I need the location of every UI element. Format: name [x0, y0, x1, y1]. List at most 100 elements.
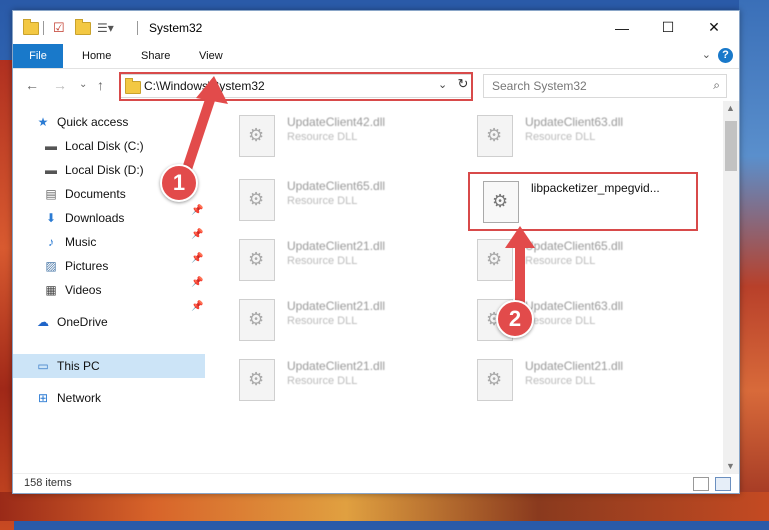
minimize-button[interactable]: —: [599, 11, 645, 44]
file-name: UpdateClient21.dll: [287, 299, 386, 313]
file-item[interactable]: UpdateClient21.dll Resource DLL: [229, 233, 439, 285]
sidebar-item-quick-access[interactable]: ★ Quick access: [35, 110, 129, 134]
search-input[interactable]: Search System32: [492, 79, 587, 93]
forward-arrow-icon[interactable]: →: [53, 77, 67, 93]
large-icons-view-icon[interactable]: [715, 477, 731, 491]
pin-icon[interactable]: 📌: [191, 229, 203, 240]
music-icon: ♪: [48, 235, 54, 249]
recent-locations-icon[interactable]: ⌄: [79, 79, 87, 90]
sidebar-item-pictures[interactable]: ▨ Pictures: [43, 254, 108, 278]
new-folder-icon[interactable]: [75, 18, 91, 37]
scroll-up-icon[interactable]: ▲: [726, 103, 735, 113]
videos-icon: ▦: [45, 283, 57, 297]
window-title: System32: [149, 21, 203, 35]
sidebar-item-local-disk-c[interactable]: ▬ Local Disk (C:): [43, 134, 144, 158]
desktop-background-bottom: [0, 492, 769, 521]
navigation-pane: ★ Quick access ▬ Local Disk (C:) ▬ Local…: [13, 101, 205, 473]
sidebar-item-music[interactable]: ♪ Music: [43, 230, 96, 254]
file-name: UpdateClient65.dll: [287, 179, 386, 193]
desktop-background-right: [739, 0, 769, 521]
back-arrow-icon[interactable]: ←: [25, 77, 39, 93]
pin-icon[interactable]: 📌: [191, 301, 203, 312]
file-type: Resource DLL: [525, 375, 596, 387]
pin-icon[interactable]: 📌: [191, 253, 203, 264]
pin-icon[interactable]: 📌: [191, 205, 203, 216]
tab-view[interactable]: View: [199, 44, 223, 68]
drive-icon: ▬: [45, 163, 57, 177]
refresh-icon[interactable]: ↻: [454, 76, 472, 96]
tab-file[interactable]: File: [13, 44, 63, 68]
file-type: Resource DLL: [287, 131, 358, 143]
customize-toolbar-icon[interactable]: ☰▾: [97, 19, 114, 37]
cloud-icon: ☁: [37, 315, 49, 329]
dll-file-icon: [239, 179, 275, 221]
file-item[interactable]: UpdateClient21.dll Resource DLL: [467, 353, 677, 405]
sidebar-item-videos[interactable]: ▦ Videos: [43, 278, 101, 302]
sidebar-item-label: Quick access: [57, 115, 129, 129]
sidebar-item-onedrive[interactable]: ☁ OneDrive: [35, 310, 108, 334]
file-name: libpacketizer_mpegvid...: [531, 181, 660, 195]
address-path[interactable]: C:\Windows\System32: [144, 79, 265, 93]
file-item[interactable]: UpdateClient42.dll Resource DLL: [229, 109, 439, 161]
file-item[interactable]: UpdateClient65.dll Resource DLL: [467, 233, 677, 285]
file-item[interactable]: UpdateClient21.dll Resource DLL: [229, 293, 439, 345]
sidebar-item-label: OneDrive: [57, 315, 108, 329]
step-two-badge: 2: [496, 300, 534, 338]
search-icon[interactable]: ⌕: [713, 78, 720, 93]
star-icon: ★: [37, 115, 49, 129]
pictures-icon: ▨: [45, 259, 57, 273]
sidebar-item-local-disk-d[interactable]: ▬ Local Disk (D:): [43, 158, 144, 182]
file-type: Resource DLL: [287, 315, 358, 327]
sidebar-item-documents[interactable]: ▤ Documents: [43, 182, 125, 206]
ribbon-expand-icon[interactable]: ⌄: [702, 48, 711, 61]
search-box[interactable]: Search System32 ⌕: [483, 74, 727, 98]
sidebar-item-label: Videos: [65, 283, 102, 297]
sidebar-item-downloads[interactable]: ⬇ Downloads: [43, 206, 124, 230]
file-item[interactable]: UpdateClient65.dll Resource DLL: [229, 173, 439, 225]
sidebar-item-this-pc[interactable]: ▭ This PC: [13, 354, 205, 378]
quick-access-separator: [43, 19, 44, 37]
sidebar-item-label: Pictures: [65, 259, 109, 273]
sidebar-item-label: Music: [65, 235, 97, 249]
address-folder-icon: [125, 78, 141, 94]
file-item-libpacketizer[interactable]: libpacketizer_mpegvid...: [473, 175, 683, 227]
file-name: UpdateClient21.dll: [287, 359, 386, 373]
maximize-button[interactable]: ☐: [645, 11, 691, 44]
file-list: UpdateClient42.dll Resource DLL UpdateCl…: [221, 103, 721, 471]
close-button[interactable]: ✕: [691, 11, 737, 44]
file-type: Resource DLL: [287, 375, 358, 387]
help-icon[interactable]: ?: [718, 48, 733, 63]
file-name: UpdateClient42.dll: [287, 115, 386, 129]
tab-share[interactable]: Share: [141, 44, 170, 68]
vertical-scrollbar[interactable]: ▲ ▼: [723, 101, 739, 473]
network-icon: ⊞: [37, 391, 49, 405]
file-name: UpdateClient63.dll: [525, 115, 624, 129]
download-icon: ⬇: [45, 211, 57, 225]
address-bar[interactable]: C:\Windows\System32 ⌄ ↻: [119, 74, 473, 98]
address-dropdown-icon[interactable]: ⌄: [438, 78, 447, 91]
details-view-icon[interactable]: [693, 477, 709, 491]
sidebar-item-label: This PC: [57, 359, 100, 373]
up-arrow-icon[interactable]: ↑: [97, 77, 104, 93]
sidebar-item-network[interactable]: ⊞ Network: [35, 386, 101, 410]
file-name: UpdateClient21.dll: [525, 359, 624, 373]
pin-icon[interactable]: 📌: [191, 277, 203, 288]
title-folder-icon: [23, 18, 39, 37]
computer-icon: ▭: [37, 359, 49, 373]
properties-icon[interactable]: ☑: [53, 19, 65, 37]
file-type: Resource DLL: [525, 131, 596, 143]
file-item[interactable]: UpdateClient63.dll Resource DLL: [467, 109, 677, 161]
step-one-badge: 1: [160, 164, 198, 202]
navigation-bar: ← → ⌄ ↑ C:\Windows\System32 ⌄ ↻ Search S…: [13, 69, 739, 101]
scroll-down-icon[interactable]: ▼: [726, 461, 735, 471]
file-item[interactable]: UpdateClient21.dll Resource DLL: [229, 353, 439, 405]
scrollbar-thumb[interactable]: [725, 121, 737, 171]
file-type: Resource DLL: [287, 195, 358, 207]
dll-file-icon: [477, 239, 513, 281]
tab-home[interactable]: Home: [82, 44, 111, 68]
dll-file-icon: [477, 115, 513, 157]
file-name: UpdateClient65.dll: [525, 239, 624, 253]
sidebar-item-label: Local Disk (C:): [65, 139, 144, 153]
status-bar: 158 items: [13, 473, 739, 494]
dll-file-icon: [483, 181, 519, 223]
